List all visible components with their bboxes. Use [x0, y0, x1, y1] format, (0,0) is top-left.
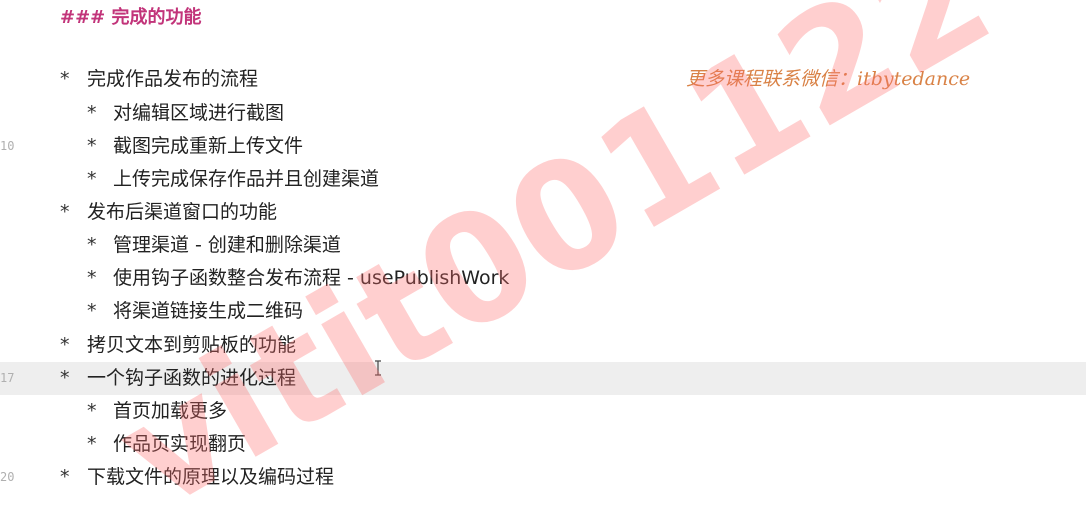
promo-overlay-text: 更多课程联系微信：itbytedance	[686, 68, 971, 90]
line-number: 10	[0, 139, 15, 153]
list-item[interactable]: * 作品页实现翻页	[0, 428, 1086, 461]
line-number	[0, 295, 22, 328]
line-number	[0, 329, 22, 362]
text-cursor-icon	[375, 360, 381, 376]
list-bullet: *	[87, 300, 97, 322]
list-item-text[interactable]: 对编辑区域进行截图	[113, 97, 284, 130]
list-item-text[interactable]: 首页加载更多	[113, 395, 227, 428]
list-bullet: *	[87, 102, 97, 124]
line-number	[0, 97, 22, 130]
markdown-editor[interactable]: ### 完成的功能 * 完成作品发布的流程 * 对编辑区域进行截图 10 * 截…	[0, 0, 1086, 518]
list-item[interactable]: * 管理渠道 - 创建和删除渠道	[0, 229, 1086, 262]
list-bullet: *	[87, 400, 97, 422]
line-number	[0, 428, 22, 461]
list-bullet: *	[60, 367, 70, 389]
line-number: 17	[0, 371, 15, 385]
list-bullet: *	[87, 135, 97, 157]
list-bullet: *	[60, 68, 70, 90]
list-item-text[interactable]: 作品页实现翻页	[113, 428, 246, 461]
list-item[interactable]: * 拷贝文本到剪贴板的功能	[0, 329, 1086, 362]
list-bullet: *	[60, 334, 70, 356]
list-item[interactable]: * 对编辑区域进行截图	[0, 97, 1086, 130]
line-number	[0, 196, 22, 229]
list-bullet: *	[60, 466, 70, 488]
list-item-text[interactable]: 管理渠道 - 创建和删除渠道	[113, 229, 341, 262]
list-item-text[interactable]: 上传完成保存作品并且创建渠道	[113, 163, 379, 196]
list-bullet: *	[87, 433, 97, 455]
list-bullet: *	[87, 168, 97, 190]
list-item[interactable]: * 发布后渠道窗口的功能	[0, 196, 1086, 229]
list-item[interactable]: * 上传完成保存作品并且创建渠道	[0, 163, 1086, 196]
list-item-text[interactable]: 发布后渠道窗口的功能	[87, 196, 277, 229]
line-number: 20	[0, 470, 15, 484]
list-item-text[interactable]: 使用钩子函数整合发布流程 - usePublishWork	[113, 262, 509, 295]
line-number	[0, 395, 22, 428]
list-item[interactable]: * 首页加载更多	[0, 395, 1086, 428]
list-item-text[interactable]: 截图完成重新上传文件	[113, 130, 303, 163]
line-number	[0, 63, 22, 96]
list-item-text[interactable]: 拷贝文本到剪贴板的功能	[87, 329, 296, 362]
list-item-text[interactable]: 完成作品发布的流程	[87, 63, 258, 96]
line-number	[0, 163, 22, 196]
list-item-text[interactable]: 将渠道链接生成二维码	[113, 295, 303, 328]
list-item[interactable]: 20 * 下载文件的原理以及编码过程	[0, 461, 1086, 494]
list-bullet: *	[87, 267, 97, 289]
section-heading[interactable]: ### 完成的功能	[60, 4, 202, 32]
line-number	[0, 229, 22, 262]
list-item[interactable]: * 将渠道链接生成二维码	[0, 295, 1086, 328]
list-item[interactable]: * 使用钩子函数整合发布流程 - usePublishWork	[0, 262, 1086, 295]
list-item-current-line[interactable]: 17 * 一个钩子函数的进化过程	[0, 362, 1086, 395]
list-item-text[interactable]: 一个钩子函数的进化过程	[87, 362, 296, 395]
list-item-text[interactable]: 下载文件的原理以及编码过程	[87, 461, 334, 494]
list-item[interactable]: 10 * 截图完成重新上传文件	[0, 130, 1086, 163]
list-bullet: *	[87, 234, 97, 256]
line-number	[0, 262, 22, 295]
list-bullet: *	[60, 201, 70, 223]
